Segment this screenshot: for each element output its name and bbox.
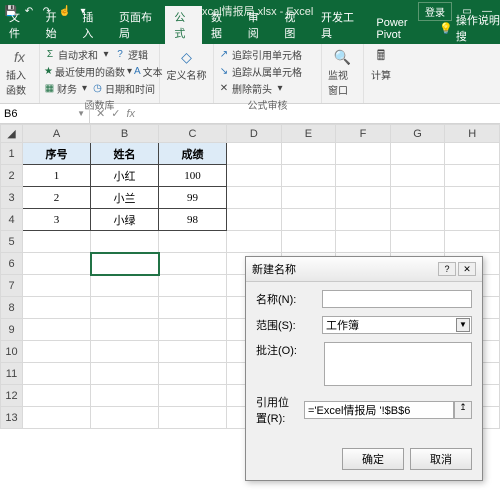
audit-group-label: 公式审核 (218, 97, 317, 112)
row-header[interactable]: 9 (1, 319, 23, 341)
financial-icon: ▦ (44, 83, 55, 95)
row-header[interactable]: 4 (1, 209, 23, 231)
cell[interactable]: 小红 (91, 165, 159, 187)
active-cell[interactable] (91, 253, 159, 275)
namebox-dropdown-icon[interactable]: ▼ (77, 109, 85, 118)
define-name-button[interactable]: ◇ 定义名称 (164, 46, 209, 84)
col-header[interactable]: G (390, 125, 445, 143)
row-header[interactable]: 13 (1, 407, 23, 429)
calc-icon: 🖩 (372, 48, 390, 66)
calc-button[interactable]: 🖩 计算 (368, 46, 394, 84)
cell[interactable]: 小兰 (91, 187, 159, 209)
cell[interactable]: 2 (23, 187, 91, 209)
autosum-button[interactable]: Σ自动求和▾?逻辑 (44, 46, 155, 63)
fx-icon: fx (11, 48, 29, 66)
sigma-icon: Σ (44, 49, 56, 61)
tab-dev[interactable]: 开发工具 (312, 6, 367, 44)
fx-cancel-icon[interactable]: ✕ (96, 107, 105, 120)
cell[interactable]: 98 (159, 209, 227, 231)
trace-dependents[interactable]: ↘追踪从属单元格 (218, 63, 317, 80)
dialog-help-icon[interactable]: ? (438, 262, 456, 276)
row-header[interactable]: 3 (1, 187, 23, 209)
row-header[interactable]: 8 (1, 297, 23, 319)
recent-icon: ★ (44, 66, 53, 78)
text-icon: A (134, 66, 141, 78)
watch-window-button[interactable]: 🔍 监视窗口 (326, 46, 359, 99)
cell[interactable]: 序号 (23, 143, 91, 165)
remove-arrows[interactable]: ✕删除箭头▾ (218, 80, 317, 97)
fx-accept-icon[interactable]: ✓ (111, 107, 120, 120)
col-header[interactable]: B (91, 125, 159, 143)
bulb-icon: 💡 (439, 22, 453, 35)
name-box[interactable]: B6▼ (0, 104, 90, 123)
tab-layout[interactable]: 页面布局 (110, 6, 165, 44)
row-header[interactable]: 10 (1, 341, 23, 363)
remove-arrows-icon: ✕ (218, 83, 230, 95)
ok-button[interactable]: 确定 (342, 448, 404, 470)
tab-file[interactable]: 文件 (0, 6, 37, 44)
datetime-icon: ◷ (92, 83, 103, 95)
cell[interactable]: 姓名 (91, 143, 159, 165)
tab-formulas[interactable]: 公式 (165, 6, 202, 44)
col-header[interactable]: C (159, 125, 227, 143)
col-header[interactable]: H (445, 125, 500, 143)
row-header[interactable]: 11 (1, 363, 23, 385)
trace-prec-icon: ↗ (218, 49, 230, 61)
dialog-close-icon[interactable]: ✕ (458, 262, 476, 276)
watch-icon: 🔍 (334, 48, 352, 66)
cell[interactable]: 3 (23, 209, 91, 231)
recent-fn-button[interactable]: ★最近使用的函数▾A文本 (44, 63, 155, 80)
col-header[interactable]: A (23, 125, 91, 143)
row-header[interactable]: 5 (1, 231, 23, 253)
col-header[interactable]: E (281, 125, 336, 143)
scope-label: 范围(S): (256, 317, 316, 333)
cell[interactable]: 99 (159, 187, 227, 209)
row-header[interactable]: 7 (1, 275, 23, 297)
row-header[interactable]: 6 (1, 253, 23, 275)
refers-label: 引用位置(R): (256, 394, 298, 426)
col-header[interactable]: D (227, 125, 282, 143)
tab-powerpivot[interactable]: Power Pivot (367, 14, 435, 44)
trace-dep-icon: ↘ (218, 66, 230, 78)
cancel-button[interactable]: 取消 (410, 448, 472, 470)
logical-icon: ? (114, 49, 126, 61)
trace-precedents[interactable]: ↗追踪引用单元格 (218, 46, 317, 63)
fx-icon[interactable]: fx (126, 108, 135, 120)
select-all[interactable]: ◢ (1, 125, 23, 143)
tag-icon: ◇ (178, 48, 196, 66)
cell[interactable]: 100 (159, 165, 227, 187)
col-header[interactable]: F (336, 125, 391, 143)
cell[interactable]: 1 (23, 165, 91, 187)
tab-home[interactable]: 开始 (37, 6, 74, 44)
comment-textarea[interactable] (324, 342, 472, 386)
worksheet-grid[interactable]: ◢ A B C D E F G H 1 序号 姓名 成绩 2 1 小红 100 … (0, 124, 500, 429)
new-name-dialog: 新建名称 ? ✕ 名称(N): 范围(S): ▼ 批注(O): 引用位置(R):… (245, 256, 483, 481)
cell[interactable]: 小绿 (91, 209, 159, 231)
name-label: 名称(N): (256, 291, 316, 307)
tell-me[interactable]: 💡操作说明搜 (439, 12, 500, 44)
range-picker-icon[interactable]: ↥ (454, 401, 472, 419)
row-header[interactable]: 12 (1, 385, 23, 407)
insert-function-button[interactable]: fx 插入函数 (4, 46, 35, 99)
tab-review[interactable]: 审阅 (239, 6, 276, 44)
tab-view[interactable]: 视图 (275, 6, 312, 44)
financial-button[interactable]: ▦财务▾◷日期和时间 (44, 80, 155, 97)
row-header[interactable]: 1 (1, 143, 23, 165)
dropdown-arrow-icon[interactable]: ▼ (456, 318, 470, 332)
name-input[interactable] (322, 290, 472, 308)
scope-select[interactable] (322, 316, 472, 334)
cell[interactable]: 成绩 (159, 143, 227, 165)
tab-data[interactable]: 数据 (202, 6, 239, 44)
refers-input[interactable] (304, 401, 454, 419)
tab-insert[interactable]: 插入 (73, 6, 110, 44)
dialog-title: 新建名称 (252, 261, 296, 277)
row-header[interactable]: 2 (1, 165, 23, 187)
comment-label: 批注(O): (256, 342, 318, 358)
